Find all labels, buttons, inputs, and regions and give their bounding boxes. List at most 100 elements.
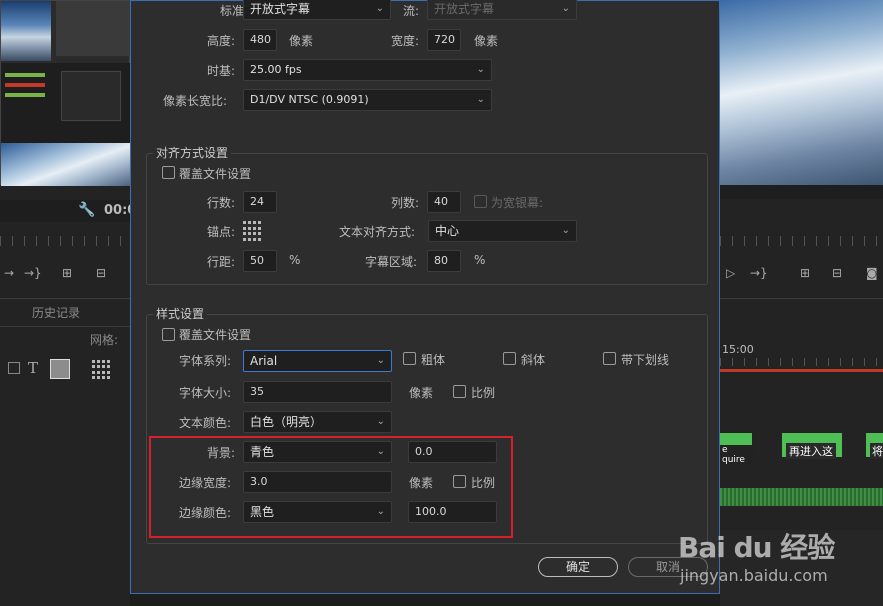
clip-3[interactable]: 将 <box>866 433 883 459</box>
baidu-watermark: Bai du 经验 <box>678 531 835 564</box>
background-opacity-input[interactable]: 0.0 <box>408 441 497 463</box>
insert-icon[interactable]: ⊞ <box>62 266 72 280</box>
step-icon[interactable]: → <box>4 266 14 280</box>
transport-controls: → →} ⊞ ⊟ <box>0 266 130 286</box>
caption-area-label: 字幕区域: <box>365 255 418 269</box>
cols-label: 列数: <box>391 196 420 210</box>
timebase-select[interactable]: 25.00 fps ⌄ <box>243 59 492 81</box>
italic-checkbox[interactable] <box>503 352 516 365</box>
bold-label: 粗体 <box>421 353 446 367</box>
chevron-down-icon: ⌄ <box>376 355 385 366</box>
height-unit: 像素 <box>289 34 314 48</box>
text-color-select[interactable]: 白色（明亮） ⌄ <box>243 411 392 433</box>
clip-1[interactable]: e quire <box>720 433 752 465</box>
play-next-icon[interactable]: ▷ <box>726 266 735 280</box>
watermark-url: jingyan.baidu.com <box>680 566 828 585</box>
edge-width-input[interactable]: 3.0 <box>243 471 392 493</box>
lift-icon[interactable]: ⊞ <box>800 266 810 280</box>
alignment-override-checkbox[interactable] <box>162 166 175 179</box>
rectangle-tool-icon[interactable] <box>8 362 20 374</box>
edge-scale-checkbox[interactable] <box>453 475 466 488</box>
alignment-group-title: 对齐方式设置 <box>153 144 232 161</box>
width-label: 宽度: <box>391 34 420 48</box>
widescreen-label: 为宽银幕: <box>491 196 544 210</box>
text-align-select[interactable]: 中心 ⌄ <box>428 220 577 242</box>
font-size-scale-checkbox[interactable] <box>453 385 466 398</box>
font-family-label: 字体系列: <box>179 354 232 368</box>
work-area-bar <box>720 369 883 372</box>
anchor-grid-icon[interactable] <box>243 221 263 241</box>
width-unit: 像素 <box>474 34 499 48</box>
edge-color-label: 边缘颜色: <box>179 506 232 520</box>
background-color-select[interactable]: 青色 ⌄ <box>243 441 392 463</box>
style-override-label: 覆盖文件设置 <box>179 328 252 342</box>
edge-width-unit: 像素 <box>409 476 434 490</box>
chevron-down-icon: ⌄ <box>376 416 385 427</box>
chevron-down-icon: ⌄ <box>376 506 385 517</box>
style-override-checkbox[interactable] <box>162 328 175 341</box>
camera-icon[interactable]: ◙ <box>866 266 878 280</box>
chevron-down-icon: ⌄ <box>375 3 384 14</box>
chevron-down-icon: ⌄ <box>561 3 570 14</box>
underline-checkbox[interactable] <box>603 352 616 365</box>
line-spacing-input[interactable]: 50 <box>243 250 277 272</box>
wrench-icon[interactable]: 🔧 <box>78 202 95 218</box>
edge-color-select[interactable]: 黑色 ⌄ <box>243 501 392 523</box>
text-color-label: 文本颜色: <box>179 416 232 430</box>
program-transport: ▷ →} ⊞ ⊟ ◙ <box>720 266 883 286</box>
chevron-down-icon: ⌄ <box>376 446 385 457</box>
text-tool-icon[interactable]: T <box>28 359 38 377</box>
nested-panel <box>56 1 131 56</box>
tab-history[interactable]: 历史记录 <box>32 304 80 321</box>
alignment-override-label: 覆盖文件设置 <box>179 167 252 181</box>
line-spacing-label: 行距: <box>207 255 236 269</box>
color-swatch[interactable] <box>50 359 70 379</box>
caption-area-unit: % <box>474 253 486 267</box>
edge-opacity-input[interactable]: 100.0 <box>408 501 497 523</box>
font-size-input[interactable]: 35 <box>243 381 392 403</box>
edge-scale-label: 比例 <box>471 476 496 490</box>
chevron-down-icon: ⌄ <box>476 94 485 105</box>
chevron-down-icon: ⌄ <box>476 64 485 75</box>
left-toolbar: 🔧 00:0 <box>0 200 136 222</box>
edge-width-label: 边缘宽度: <box>179 476 232 490</box>
audio-waveform <box>720 488 883 506</box>
video-frame <box>1 1 51 61</box>
rows-input[interactable]: 24 <box>243 191 277 213</box>
bold-checkbox[interactable] <box>403 352 416 365</box>
clip-2[interactable]: 再进入这 <box>782 433 842 459</box>
underline-label: 带下划线 <box>621 353 670 367</box>
mark-out-icon-right[interactable]: →} <box>750 266 768 280</box>
timebase-label: 时基: <box>207 64 236 78</box>
font-size-label: 字体大小: <box>179 386 232 400</box>
chevron-down-icon: ⌄ <box>561 225 570 236</box>
widescreen-checkbox <box>474 195 487 208</box>
source-monitor-thumbnail <box>0 0 131 186</box>
height-input[interactable]: 480 <box>243 29 277 51</box>
pixel-aspect-label: 像素长宽比: <box>163 94 228 108</box>
nested-ui <box>1 63 131 143</box>
right-ruler <box>720 236 883 246</box>
cols-input[interactable]: 40 <box>427 191 461 213</box>
rows-label: 行数: <box>207 196 236 210</box>
align-grid-icon[interactable] <box>92 360 112 380</box>
text-align-label: 文本对齐方式: <box>339 225 416 239</box>
mark-out-icon[interactable]: →} <box>24 266 42 280</box>
stream-select: 开放式字幕 ⌄ <box>427 0 577 20</box>
program-status-bar <box>720 185 883 199</box>
left-ruler <box>0 236 130 246</box>
style-group-title: 样式设置 <box>153 305 208 322</box>
standard-select[interactable]: 开放式字幕 ⌄ <box>243 0 391 20</box>
pixel-aspect-select[interactable]: D1/DV NTSC (0.9091) ⌄ <box>243 89 492 111</box>
font-size-unit: 像素 <box>409 386 434 400</box>
ok-button[interactable]: 确定 <box>538 557 618 577</box>
width-input[interactable]: 720 <box>427 29 461 51</box>
caption-settings-dialog: 标准: 开放式字幕 ⌄ 流: 开放式字幕 ⌄ 高度: 480 像素 宽度: 720 … <box>130 0 720 594</box>
extract-icon[interactable]: ⊟ <box>832 266 842 280</box>
video-frame-2 <box>1 143 131 186</box>
font-family-select[interactable]: Arial ⌄ <box>243 350 392 372</box>
line-spacing-unit: % <box>289 253 301 267</box>
caption-area-input[interactable]: 80 <box>427 250 461 272</box>
overwrite-icon[interactable]: ⊟ <box>96 266 106 280</box>
height-label: 高度: <box>207 34 236 48</box>
